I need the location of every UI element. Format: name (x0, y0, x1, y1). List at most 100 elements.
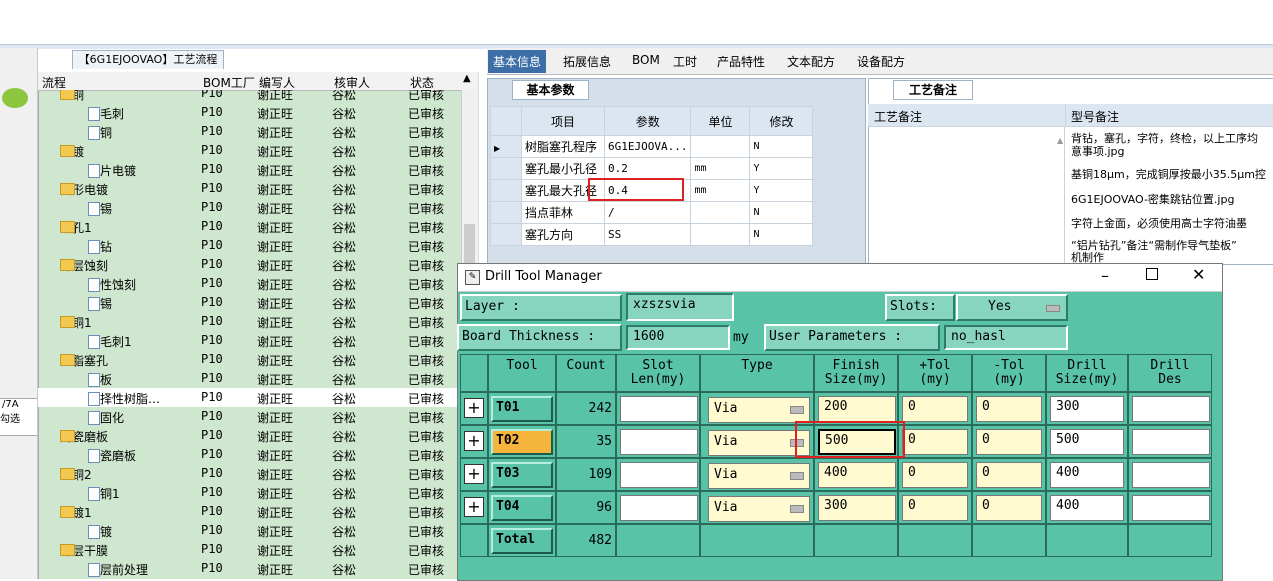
param-row[interactable]: 塞孔最小孔径 0.2 mm Y (490, 157, 814, 180)
tool-button[interactable]: T04 (491, 495, 553, 521)
param-value[interactable]: / (603, 201, 692, 224)
drill-size-input[interactable]: 500 (1050, 429, 1124, 455)
finish-size-input[interactable]: 200 (818, 396, 896, 422)
plus-tol-input[interactable]: 0 (902, 495, 968, 521)
drill-size-input[interactable]: 400 (1050, 462, 1124, 488)
tab-hours[interactable]: 工时 (673, 53, 697, 70)
close-icon[interactable]: ✕ (1192, 265, 1205, 284)
col-header-status[interactable]: 状态 (410, 74, 434, 91)
workflow-tab[interactable]: 【6G1EJOOVAO】工艺流程 (72, 50, 224, 69)
workflow-row[interactable]: −沉铜2 P10 谢正旺 谷松 已审核 (38, 464, 460, 483)
minus-tol-input[interactable]: 0 (976, 462, 1042, 488)
grid-header[interactable]: Slot Len(my) (616, 354, 700, 392)
type-select[interactable]: Via (708, 463, 810, 489)
workflow-row[interactable]: 烘板 P10 谢正旺 谷松 已审核 (38, 369, 460, 388)
workflow-row[interactable]: 碱性蚀刻 P10 谢正旺 谷松 已审核 (38, 274, 460, 293)
grid-header[interactable]: Type (700, 354, 814, 392)
drill-size-input[interactable]: 300 (1050, 396, 1124, 422)
workflow-row[interactable]: 负片电镀 P10 谢正旺 谷松 已审核 (38, 160, 460, 179)
thickness-input[interactable]: 1600 (626, 325, 730, 350)
workflow-row[interactable]: 沉铜1 P10 谢正旺 谷松 已审核 (38, 483, 460, 502)
workflow-row[interactable]: −沉铜 P10 谢正旺 谷松 已审核 (38, 90, 460, 103)
grid-header[interactable]: -Tol (my) (972, 354, 1046, 392)
maximize-icon[interactable] (1146, 268, 1158, 280)
type-select[interactable]: Via (708, 397, 810, 423)
param-row[interactable]: 塞孔方向 SS N (490, 223, 814, 246)
row-selector[interactable]: ▶ (490, 135, 522, 158)
grid-header[interactable]: Count (556, 354, 616, 392)
expand-row-icon[interactable]: + (464, 398, 484, 418)
plus-tol-input[interactable]: 0 (902, 429, 968, 455)
workflow-row[interactable]: 外层前处理 P10 谢正旺 谷松 已审核 (38, 559, 460, 578)
grid-header[interactable]: Drill Des (1128, 354, 1212, 392)
tool-button[interactable]: T02 (491, 429, 553, 455)
finish-size-input[interactable]: 300 (818, 495, 896, 521)
plus-tol-input[interactable]: 0 (902, 462, 968, 488)
param-header-item[interactable]: 项目 (521, 106, 605, 136)
slot-len-input[interactable] (620, 462, 698, 488)
col-header-flow[interactable]: 流程 (42, 74, 66, 91)
row-selector[interactable] (490, 179, 522, 202)
workflow-row[interactable]: −外层蚀刻 P10 谢正旺 谷松 已审核 (38, 255, 460, 274)
type-select[interactable]: Via (708, 496, 810, 522)
workflow-row[interactable]: 板镀 P10 谢正旺 谷松 已审核 (38, 521, 460, 540)
col-header-bom[interactable]: BOM工厂 (203, 74, 255, 91)
tab-bom[interactable]: BOM (632, 53, 660, 67)
drill-des-input[interactable] (1132, 396, 1210, 422)
slot-len-input[interactable] (620, 495, 698, 521)
grid-header[interactable]: Drill Size(my) (1046, 354, 1128, 392)
workflow-row[interactable]: 选择性树脂… P10 谢正旺 谷松 已审核 (38, 388, 460, 407)
param-row[interactable]: ▶ 树脂塞孔程序 6G1EJOOVA... N (490, 135, 814, 158)
tab-basic-info[interactable]: 基本信息 (488, 50, 547, 73)
workflow-row[interactable]: 陶瓷磨板 P10 谢正旺 谷松 已审核 (38, 445, 460, 464)
grid-header[interactable]: Tool (488, 354, 556, 392)
workflow-row[interactable]: −图形电镀 P10 谢正旺 谷松 已审核 (38, 179, 460, 198)
layer-value[interactable]: xzszsvia (626, 293, 734, 321)
scroll-up-icon[interactable]: ▲ (463, 73, 471, 84)
grid-header[interactable]: Finish Size(my) (814, 354, 898, 392)
param-header-value[interactable]: 参数 (603, 106, 692, 136)
drill-des-input[interactable] (1132, 429, 1210, 455)
param-value[interactable]: 0.2 (603, 157, 692, 180)
workflow-row[interactable]: 去毛刺 P10 谢正旺 谷松 已审核 (38, 103, 460, 122)
workflow-row[interactable]: 背钻 P10 谢正旺 谷松 已审核 (38, 236, 460, 255)
col-header-reviewer[interactable]: 核审人 (334, 74, 370, 91)
notes-scroll-up-icon[interactable]: ▲ (1057, 136, 1063, 145)
expand-row-icon[interactable]: + (464, 497, 484, 517)
workflow-row[interactable]: −电镀 P10 谢正旺 谷松 已审核 (38, 141, 460, 160)
slots-select[interactable]: Yes (956, 294, 1068, 321)
tool-button[interactable]: T03 (491, 462, 553, 488)
drill-des-input[interactable] (1132, 462, 1210, 488)
slot-len-input[interactable] (620, 396, 698, 422)
minus-tol-input[interactable]: 0 (976, 429, 1042, 455)
tab-equipment-recipe[interactable]: 设备配方 (857, 53, 905, 70)
workflow-row[interactable]: −沉铜1 P10 谢正旺 谷松 已审核 (38, 312, 460, 331)
slot-len-input[interactable] (620, 429, 698, 455)
minimize-icon[interactable]: – (1101, 266, 1109, 285)
col-header-author[interactable]: 编写人 (259, 74, 295, 91)
param-value[interactable]: SS (603, 223, 692, 246)
workflow-row[interactable]: 退锡 P10 谢正旺 谷松 已审核 (38, 293, 460, 312)
grid-header[interactable]: +Tol (my) (898, 354, 972, 392)
expand-row-icon[interactable]: + (464, 464, 484, 484)
param-header-edit[interactable]: 修改 (749, 106, 814, 136)
workflow-row[interactable]: −外层干膜 P10 谢正旺 谷松 已审核 (38, 540, 460, 559)
row-selector[interactable] (490, 201, 522, 224)
workflow-row[interactable]: −树脂塞孔 P10 谢正旺 谷松 已审核 (38, 350, 460, 369)
plus-tol-input[interactable]: 0 (902, 396, 968, 422)
drill-size-input[interactable]: 400 (1050, 495, 1124, 521)
row-selector[interactable] (490, 223, 522, 246)
tab-text-recipe[interactable]: 文本配方 (787, 53, 835, 70)
workflow-row[interactable]: −钻孔1 P10 谢正旺 谷松 已审核 (38, 217, 460, 236)
user-params-input[interactable]: no_hasl (944, 325, 1068, 350)
workflow-row[interactable]: 沉铜 P10 谢正旺 谷松 已审核 (38, 122, 460, 141)
param-tab[interactable]: 基本参数 (512, 80, 589, 100)
drill-des-input[interactable] (1132, 495, 1210, 521)
minus-tol-input[interactable]: 0 (976, 495, 1042, 521)
param-header-unit[interactable]: 单位 (690, 106, 751, 136)
minus-tol-input[interactable]: 0 (976, 396, 1042, 422)
workflow-row[interactable]: 镀锡 P10 谢正旺 谷松 已审核 (38, 198, 460, 217)
row-selector[interactable] (490, 157, 522, 180)
chat-icon[interactable] (2, 88, 28, 108)
notes-tab[interactable]: 工艺备注 (893, 80, 973, 100)
